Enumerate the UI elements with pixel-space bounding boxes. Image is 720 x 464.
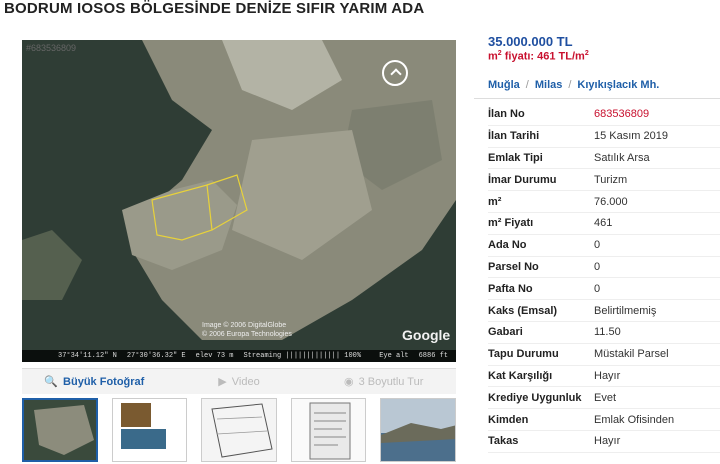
location-province[interactable]: Muğla — [488, 79, 520, 91]
streaming: Streaming ||||||||||||| 100% — [243, 352, 362, 360]
longitude: 27°30'36.32" E — [126, 352, 186, 360]
thumbnail-strip — [22, 398, 456, 464]
tab-big-photo[interactable]: 🔍 Büyük Fotoğraf — [22, 369, 167, 394]
search-icon: 🔍 — [44, 376, 59, 388]
google-logo: Google — [402, 327, 451, 343]
listing-title: BODRUM IOSOS BÖLGESİNDE DENİZE SIFIR YAR… — [4, 0, 425, 17]
detail-row: Takas Hayır — [488, 431, 720, 453]
detail-row: Pafta No 0 — [488, 278, 720, 301]
m2-price: m2 fiyatı: 461 TL/m2 — [488, 50, 589, 63]
map-status-bar: 37°34'11.12" N 27°30'36.32" E elev 73 m … — [22, 350, 456, 362]
3d-tour-icon: ◉ — [343, 376, 354, 388]
detail-row: Parsel No 0 — [488, 257, 720, 279]
tab-video[interactable]: ▶ Video — [167, 369, 312, 394]
thumbnail-4[interactable] — [290, 398, 367, 462]
thumbnail-5[interactable] — [380, 398, 456, 462]
location-neighborhood[interactable]: Kıyıkışlacık Mh. — [577, 79, 659, 91]
media-tabs: 🔍 Büyük Fotoğraf ▶ Video ◉ 3 Boyutlu Tur — [22, 368, 456, 394]
compass-icon[interactable] — [382, 60, 408, 86]
thumbnail-2[interactable] — [111, 398, 188, 462]
detail-row: m² 76.000 — [488, 191, 720, 213]
detail-row: Ada No 0 — [488, 235, 720, 257]
detail-row: Kimden Emlak Ofisinden — [488, 409, 720, 431]
detail-row: Emlak Tipi Satılık Arsa — [488, 148, 720, 170]
detail-row: Tapu Durumu Müstakil Parsel — [488, 344, 720, 366]
detail-row: İlan Tarihi 15 Kasım 2019 — [488, 126, 720, 148]
details-table: İlan No 683536809 İlan Tarihi 15 Kasım 201… — [488, 104, 720, 453]
elevation: elev 73 m — [195, 352, 234, 360]
map-attribution: © 2006 Europa Technologies — [202, 331, 292, 338]
video-camera-icon: ▶ — [218, 376, 227, 388]
thumbnail-3[interactable] — [201, 398, 277, 462]
eye-alt-value: 6886 ft — [418, 352, 448, 360]
image-attribution: Image © 2006 DigitalGlobe — [202, 322, 287, 329]
thumbnail-1[interactable] — [22, 398, 98, 462]
detail-row: Kat Karşılığı Hayır — [488, 366, 720, 388]
divider — [474, 98, 720, 99]
eye-alt-label: Eye alt — [379, 352, 409, 360]
satellite-image — [22, 40, 456, 362]
detail-row: İlan No 683536809 — [488, 104, 720, 126]
detail-row: İmar Durumu Turizm — [488, 169, 720, 192]
detail-row: Kaks (Emsal) Belirtilmemiş — [488, 300, 720, 322]
price: 35.000.000 TL — [488, 34, 573, 49]
listing-badge: #683536809 — [26, 43, 77, 53]
breadcrumb-location: Muğla / Milas / Kıyıkışlacık Mh. — [488, 79, 660, 91]
main-photo[interactable]: Image © 2006 DigitalGlobe © 2006 Europa … — [22, 40, 456, 362]
location-district[interactable]: Milas — [535, 79, 563, 91]
latitude: 37°34'11.12" N — [58, 352, 117, 360]
tab-3d-tour[interactable]: ◉ 3 Boyutlu Tur — [311, 369, 456, 394]
detail-row: Gabari 11.50 — [488, 322, 720, 344]
detail-row: Krediye Uygunluk Evet — [488, 387, 720, 410]
detail-row: m² Fiyatı 461 — [488, 213, 720, 235]
